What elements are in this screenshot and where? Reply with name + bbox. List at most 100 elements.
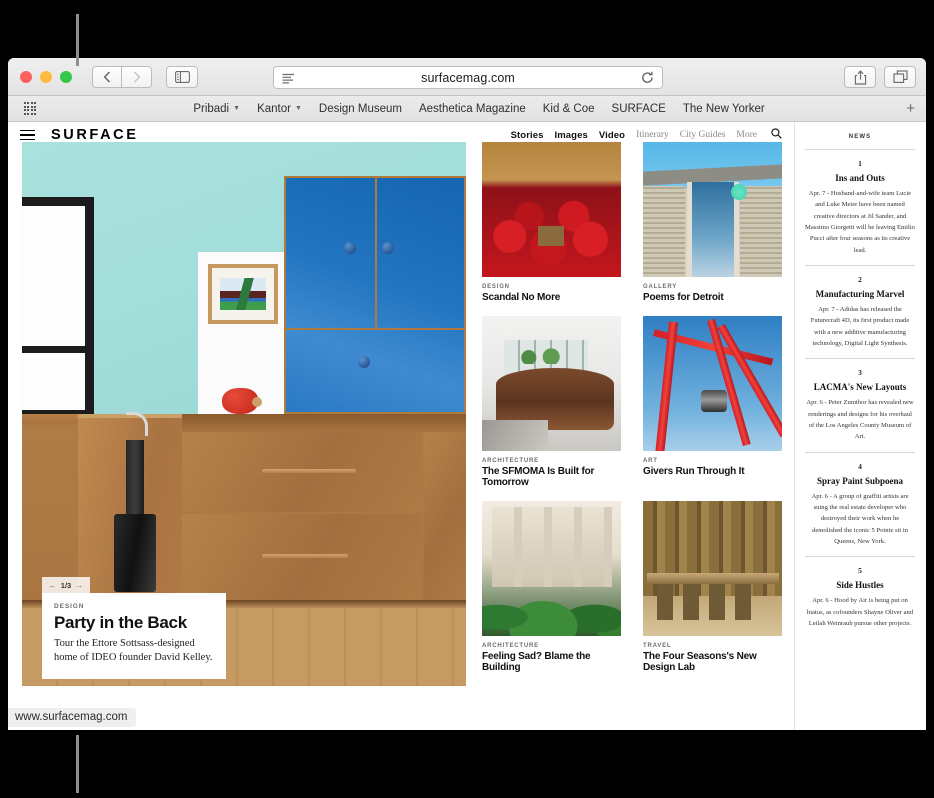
news-title: Ins and Outs — [835, 173, 885, 183]
article-thumbnail — [643, 316, 782, 451]
news-body: Apr. 6 - A group of graffiti artists are… — [811, 492, 909, 545]
cabinet-seam-horizontal — [286, 328, 464, 330]
divider — [805, 149, 915, 150]
nav-item-images[interactable]: Images — [555, 130, 588, 141]
url-field[interactable]: surfacemag.com — [273, 66, 663, 89]
news-body: Apr. 7 - Husband-and-wife team Lucie and… — [805, 190, 915, 254]
article-thumbnail — [643, 501, 782, 636]
news-header: NEWS — [848, 134, 872, 140]
new-tab-button[interactable]: + — [906, 101, 915, 116]
bookmarks-bar: Pribadi ▼ Kantor ▼ Design Museum Aesthet… — [8, 96, 926, 122]
site-logo[interactable]: SURFACE — [51, 127, 139, 143]
bookmark-item-aesthetica-magazine[interactable]: Aesthetica Magazine — [419, 103, 526, 115]
nav-item-stories[interactable]: Stories — [511, 130, 544, 141]
article-card[interactable]: GALLERY Poems for Detroit — [643, 142, 782, 303]
hero-blue-cabinet — [284, 176, 466, 414]
share-button[interactable] — [844, 66, 876, 88]
sidebar-toggle-button[interactable] — [166, 65, 198, 88]
news-body: Apr. 6 - Hood by Air is being put on hia… — [806, 597, 914, 627]
reload-icon[interactable] — [641, 71, 654, 90]
hero-description: Tour the Ettore Sottsass-designed home o… — [54, 638, 213, 664]
chevron-left-icon — [103, 71, 110, 82]
news-title: Side Hustles — [836, 580, 884, 591]
nav-item-city-guides[interactable]: City Guides — [680, 130, 726, 140]
address-bar[interactable]: surfacemag.com — [273, 66, 663, 89]
hero-slide-counter: 1/3 — [60, 580, 72, 590]
close-button[interactable] — [20, 70, 32, 83]
hero-caption-card[interactable]: DESIGN Party in the Back Tour the Ettore… — [42, 593, 226, 680]
hero-counter-top — [182, 414, 466, 432]
article-thumbnail — [482, 501, 621, 636]
cabinet-seam-vertical — [375, 178, 377, 328]
hero-prev-arrow[interactable]: ← — [49, 581, 57, 590]
news-item[interactable]: 1 Ins and Outs Apr. 7 - Husband-and-wife… — [805, 159, 915, 256]
bookmark-item-surface[interactable]: SURFACE — [612, 103, 666, 115]
bookmark-item-kid-and-coe[interactable]: Kid & Coe — [543, 103, 595, 115]
hero-kicker: DESIGN — [54, 603, 85, 610]
forward-button[interactable] — [122, 65, 152, 88]
minimize-button[interactable] — [40, 70, 52, 83]
chevron-down-icon: ▼ — [294, 105, 302, 112]
reader-view-icon[interactable] — [282, 72, 295, 90]
news-number: 3 — [858, 368, 862, 378]
article-card[interactable]: ARCHITECTURE Feeling Sad? Blame the Buil… — [482, 501, 621, 673]
article-title: Scandal No More — [482, 292, 561, 303]
bookmark-item-kantor[interactable]: Kantor ▼ — [257, 103, 302, 115]
article-kicker: ART — [643, 458, 658, 464]
chevron-right-icon — [133, 71, 140, 82]
news-body: Apr. 7 - Adidas has released the Futurec… — [810, 305, 910, 347]
show-tabs-icon — [892, 70, 908, 83]
news-item[interactable]: 4 Spray Paint Subpoena Apr. 6 - A group … — [805, 462, 915, 548]
article-card[interactable]: ARCHITECTURE The SFMOMA Is Built for Tom… — [482, 316, 621, 488]
news-item[interactable]: 3 LACMA's New Layouts Apr. 6 - Peter Zum… — [805, 368, 915, 442]
news-number: 2 — [858, 274, 862, 284]
show-tabs-button[interactable] — [884, 66, 916, 88]
divider — [805, 451, 915, 453]
article-card[interactable]: DESIGN Scandal No More — [482, 142, 621, 303]
bookmark-label: Pribadi — [193, 102, 230, 115]
bookmark-item-design-museum[interactable]: Design Museum — [319, 103, 402, 115]
article-kicker: GALLERY — [643, 284, 678, 290]
chevron-down-icon: ▼ — [233, 105, 241, 112]
hero-umbrella — [126, 440, 144, 520]
hero-pig-figurine — [222, 388, 262, 414]
divider — [805, 264, 915, 266]
bookmark-label: Kantor — [257, 102, 291, 115]
hero-article[interactable]: ← 1/3 → DESIGN Party in the Back Tour th… — [22, 142, 466, 686]
article-title: Givers Run Through It — [643, 466, 745, 477]
nav-item-video[interactable]: Video — [599, 130, 625, 141]
news-body: Apr. 6 - Peter Zumthor has revealed new … — [806, 399, 914, 441]
article-card[interactable]: ART Givers Run Through It — [643, 316, 782, 488]
show-all-bookmarks-button[interactable] — [8, 102, 52, 115]
hero-drawer-handle — [262, 469, 356, 473]
bookmark-item-pribadi[interactable]: Pribadi ▼ — [193, 103, 240, 115]
back-button[interactable] — [92, 65, 122, 88]
news-title: Manufacturing Marvel — [815, 288, 905, 299]
cabinet-knob — [344, 242, 356, 254]
nav-item-itinerary[interactable]: Itinerary — [636, 130, 669, 140]
url-text: surfacemag.com — [421, 70, 515, 85]
hero-window-frame — [22, 197, 94, 419]
article-grid: DESIGN Scandal No More GALLERY Poems for… — [482, 142, 782, 673]
article-kicker: ARCHITECTURE — [482, 458, 539, 464]
news-item[interactable]: 5 Side Hustles Apr. 6 - Hood by Air is b… — [805, 566, 915, 629]
hero-artwork-image — [220, 278, 266, 310]
menu-icon[interactable] — [20, 129, 35, 141]
navigation-buttons — [92, 65, 152, 88]
article-card[interactable]: TRAVEL The Four Seasons's New Design Lab — [643, 501, 782, 673]
window-controls — [8, 70, 72, 83]
bookmark-item-the-new-yorker[interactable]: The New Yorker — [683, 103, 765, 115]
news-item[interactable]: 2 Manufacturing Marvel Apr. 7 - Adidas h… — [805, 275, 915, 349]
article-thumbnail — [482, 142, 621, 277]
nav-item-more[interactable]: More — [736, 130, 757, 140]
annotation-callout-line-top — [76, 14, 79, 66]
hero-next-arrow[interactable]: → — [75, 581, 83, 590]
news-title: LACMA's New Layouts — [813, 382, 907, 393]
news-title: Spray Paint Subpoena — [816, 475, 904, 486]
hero-slider-controls[interactable]: ← 1/3 → — [42, 577, 90, 593]
safari-window: surfacemag.com Pribadi ▼ Kantor ▼ Design… — [8, 58, 926, 730]
toolbar-right-buttons — [844, 66, 916, 88]
zoom-button[interactable] — [60, 70, 72, 83]
status-bar-url: www.surfacemag.com — [8, 708, 137, 727]
hero-framed-artwork — [208, 264, 278, 324]
